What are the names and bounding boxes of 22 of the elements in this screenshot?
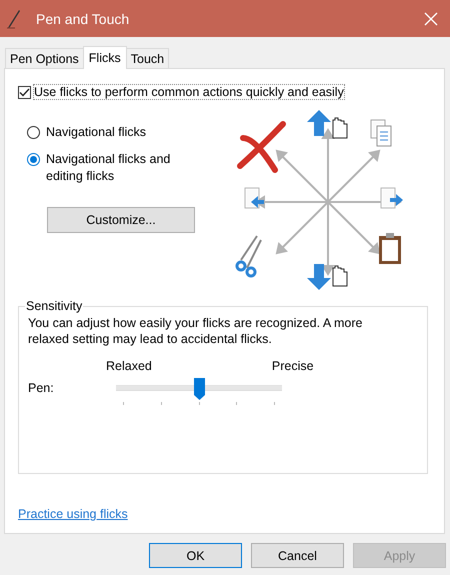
slider-low-label: Relaxed	[106, 359, 152, 373]
dialog-button[interactable]: Cancel	[251, 543, 344, 568]
checkbox-label[interactable]: Use flicks to perform common actions quickly and easily	[34, 85, 344, 99]
checkbox[interactable]	[18, 86, 31, 98]
pen-icon	[6, 8, 22, 28]
group-title: Sensitivity	[25, 299, 84, 313]
slider-high-label: Precise	[272, 359, 314, 373]
practice-link[interactable]: Practice using flicks	[18, 507, 128, 521]
radio-label[interactable]: Navigational flicks and editing flicks	[46, 151, 197, 185]
tab[interactable]: Flicks	[82, 46, 127, 69]
radio-label[interactable]: Navigational flicks	[46, 124, 146, 141]
customize-button[interactable]: Customize...	[47, 207, 195, 233]
slider-label: Pen:	[28, 380, 55, 397]
description-text: You can adjust how easily your flicks are recognized. A more relaxed setting may lead to accidental flicks.	[28, 315, 364, 347]
close-icon[interactable]	[424, 12, 438, 26]
radio-button[interactable]	[27, 126, 40, 139]
tab[interactable]: Pen Options	[5, 48, 84, 68]
window-title: Pen and Touch	[36, 10, 130, 26]
slider-thumb[interactable]	[194, 378, 204, 400]
tab[interactable]: Touch	[126, 48, 170, 68]
radio-button[interactable]	[27, 153, 40, 166]
dialog-button[interactable]: OK	[149, 543, 242, 568]
